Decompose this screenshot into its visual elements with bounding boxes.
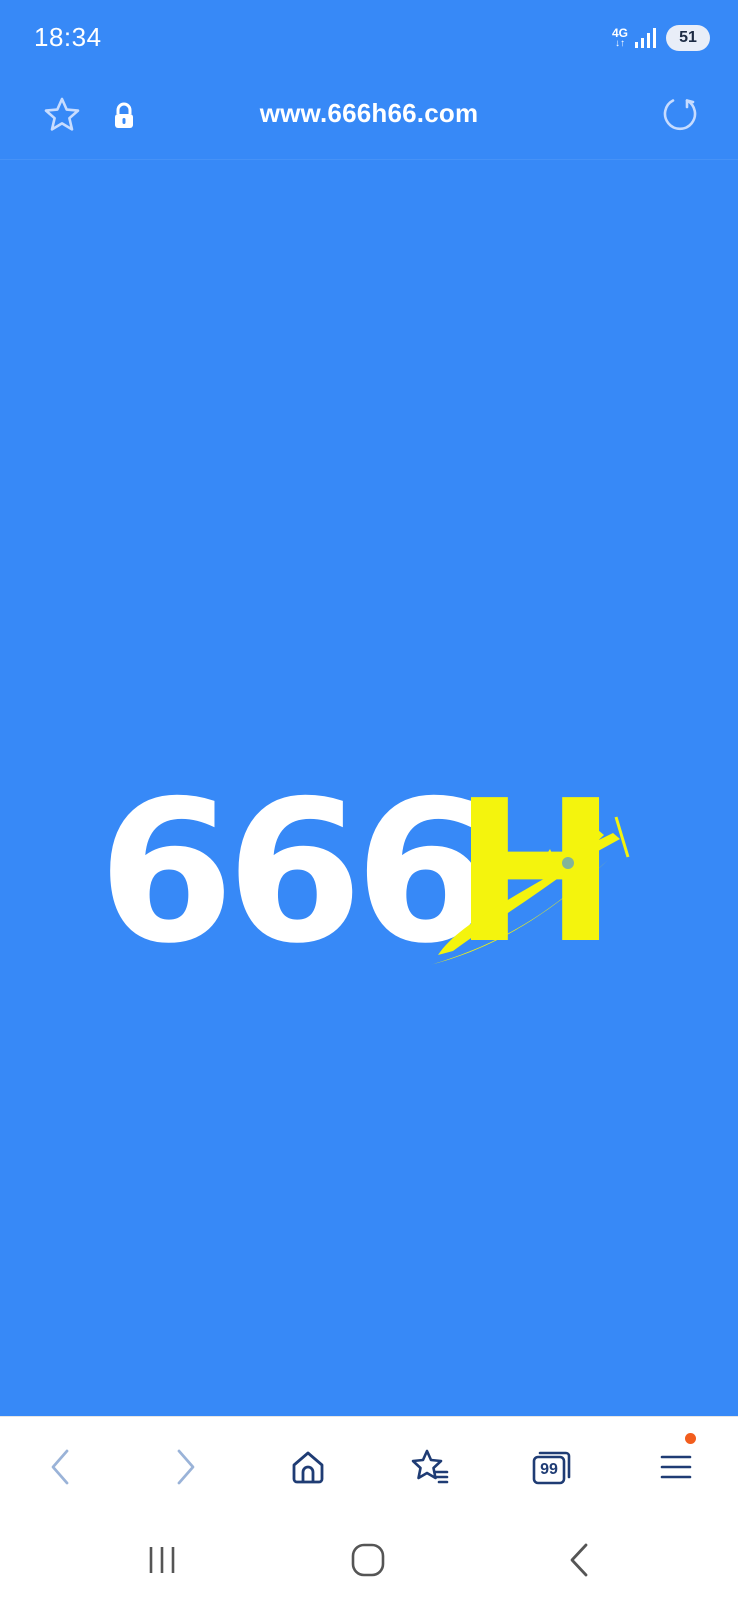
home-nav-button[interactable] <box>344 1536 392 1584</box>
menu-icon <box>660 1455 692 1479</box>
system-nav-bar <box>0 1516 738 1600</box>
logo-digits: 666 <box>98 759 491 987</box>
url-field[interactable]: www.666h66.com <box>0 98 738 129</box>
home-nav-icon <box>351 1543 385 1577</box>
back-icon <box>51 1449 69 1485</box>
site-logo: 666 H <box>98 775 638 971</box>
status-indicators: 4G ↓↑ 51 <box>612 22 710 54</box>
browser-screen: 18:34 4G ↓↑ 51 www.666h66.com 666 H 99 <box>0 0 738 1600</box>
browser-toolbar: 99 <box>0 1416 738 1516</box>
back-nav-button[interactable] <box>556 1536 604 1584</box>
address-bar: www.666h66.com <box>0 76 738 160</box>
menu-button[interactable] <box>652 1433 700 1491</box>
bookmarks-button[interactable] <box>406 1443 454 1491</box>
tabs-count: 99 <box>540 1461 558 1478</box>
forward-button[interactable] <box>162 1443 210 1491</box>
signal-icon <box>635 28 656 48</box>
tabs-button[interactable]: 99 <box>528 1443 576 1491</box>
reload-icon[interactable] <box>660 94 700 134</box>
recent-apps-icon <box>149 1547 175 1573</box>
status-time: 18:34 <box>34 22 102 52</box>
status-bar: 18:34 4G ↓↑ 51 <box>0 0 738 76</box>
back-button[interactable] <box>36 1443 84 1491</box>
home-button[interactable] <box>284 1443 332 1491</box>
back-nav-icon <box>570 1543 588 1577</box>
battery-indicator: 51 <box>666 25 710 51</box>
bookmarks-icon <box>411 1449 449 1484</box>
network-activity-arrows: ↓↑ <box>614 38 625 49</box>
home-icon <box>292 1451 324 1484</box>
recent-apps-button[interactable] <box>138 1536 186 1584</box>
forward-icon <box>177 1449 195 1485</box>
network-type-indicator: 4G ↓↑ <box>612 27 628 49</box>
airplane-icon <box>430 816 630 965</box>
notification-dot <box>685 1433 696 1444</box>
